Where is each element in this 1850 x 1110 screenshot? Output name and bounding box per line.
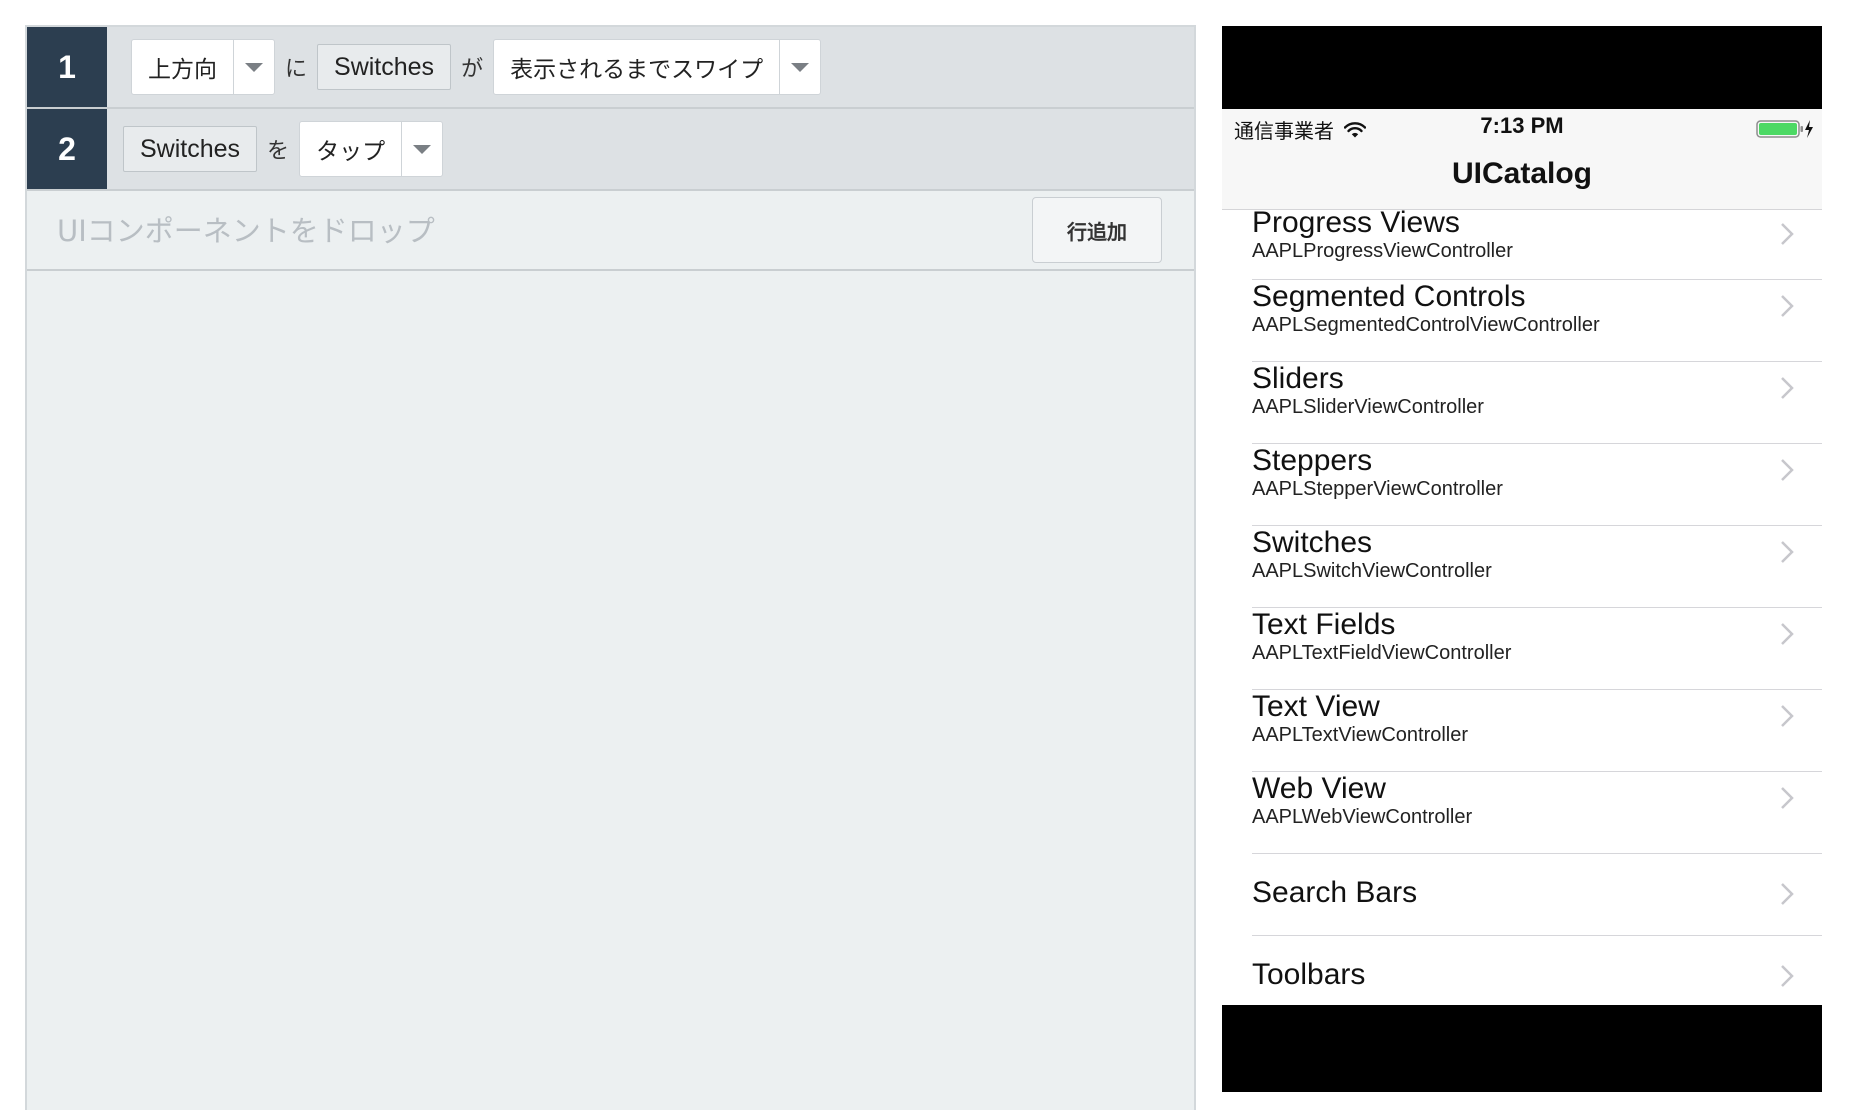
step-content: Switches を タップ: [107, 109, 1194, 189]
chevron-right-icon: [1781, 459, 1794, 481]
chevron-right-icon: [1781, 705, 1794, 727]
list-item[interactable]: Search Bars: [1222, 854, 1822, 936]
list-item-title: Steppers: [1252, 444, 1373, 477]
particle-label: が: [461, 57, 484, 82]
action-select[interactable]: 表示されるまでスワイプ: [493, 39, 822, 95]
list-item-title: Search Bars: [1252, 876, 1418, 909]
list-item[interactable]: Switches AAPLSwitchViewController: [1222, 526, 1822, 608]
component-drop-zone[interactable]: UIコンポーネントをドロップ 行追加: [27, 191, 1194, 271]
chevron-right-icon: [1781, 623, 1794, 645]
list-item-subtitle: AAPLSwitchViewController: [1252, 560, 1492, 582]
component-chip[interactable]: Switches: [123, 126, 258, 172]
list-item-title: Text View: [1252, 690, 1380, 723]
chevron-right-icon: [1781, 965, 1794, 987]
component-chip[interactable]: Switches: [317, 44, 452, 90]
chevron-right-icon: [1781, 883, 1794, 905]
direction-select-value: 上方向: [148, 57, 217, 83]
list-item-title: Segmented Controls: [1252, 280, 1526, 313]
list-item-title: Toolbars: [1252, 958, 1366, 991]
add-row-button[interactable]: 行追加: [1032, 197, 1162, 263]
step-row: 2 Switches を タップ: [27, 109, 1194, 191]
list-item-title: Switches: [1252, 526, 1373, 559]
caret-down-icon: [791, 62, 810, 72]
list-item[interactable]: Text View AAPLTextViewController: [1222, 690, 1822, 772]
list-item-title: Web View: [1252, 772, 1386, 805]
list-item-subtitle: AAPLSegmentedControlViewController: [1252, 314, 1600, 336]
status-time: 7:13 PM: [1480, 113, 1564, 138]
chevron-right-icon: [1781, 295, 1794, 317]
list-item[interactable]: Sliders AAPLSliderViewController: [1222, 362, 1822, 444]
chevron-right-icon: [1781, 223, 1794, 245]
particle-label: に: [285, 57, 308, 82]
status-bar: 通信事業者 7:13 PM: [1222, 109, 1822, 149]
list-item-subtitle: AAPLStepperViewController: [1252, 478, 1503, 500]
step-number: 2: [27, 109, 107, 189]
list-item-subtitle: AAPLWebViewController: [1252, 806, 1473, 828]
step-content: 上方向 に Switches が 表示されるまでスワイプ: [107, 27, 1194, 107]
particle-label: を: [267, 139, 290, 164]
action-select-value: 表示されるまでスワイプ: [510, 57, 764, 83]
action-select-toggle[interactable]: [401, 122, 442, 176]
scenario-editor: 1 上方向 に Switches が 表示されるまでスワイプ 2 Switche…: [25, 25, 1196, 1110]
chevron-right-icon: [1781, 787, 1794, 809]
list-item[interactable]: Web View AAPLWebViewController: [1222, 772, 1822, 854]
catalog-list: Progress Views AAPLProgressViewControlle…: [1222, 206, 1822, 1005]
device-screen: 通信事業者 7:13 PM UICatalog Progress Views A…: [1222, 109, 1822, 1005]
battery-icon: [1756, 120, 1813, 138]
step-number: 1: [27, 27, 107, 107]
drop-placeholder: UIコンポーネントをドロップ: [57, 214, 435, 248]
list-item[interactable]: Progress Views AAPLProgressViewControlle…: [1222, 206, 1822, 280]
list-item-subtitle: AAPLTextViewController: [1252, 724, 1469, 746]
list-item[interactable]: Text Fields AAPLTextFieldViewController: [1222, 608, 1822, 690]
list-item[interactable]: Toolbars: [1222, 936, 1822, 1005]
chevron-right-icon: [1781, 377, 1794, 399]
charging-bolt-icon: [1805, 120, 1813, 138]
device-preview: 通信事業者 7:13 PM UICatalog Progress Views A…: [1222, 26, 1822, 1092]
direction-select-toggle[interactable]: [233, 40, 274, 94]
nav-title: UICatalog: [1451, 157, 1592, 190]
action-select-toggle[interactable]: [779, 40, 820, 94]
list-item-title: Sliders: [1252, 362, 1344, 395]
direction-select[interactable]: 上方向: [131, 39, 275, 95]
caret-down-icon: [413, 144, 432, 154]
list-item[interactable]: Steppers AAPLStepperViewController: [1222, 444, 1822, 526]
list-item-subtitle: AAPLProgressViewController: [1252, 240, 1513, 262]
list-item-title: Progress Views: [1252, 206, 1460, 239]
chevron-right-icon: [1781, 541, 1794, 563]
list-item[interactable]: Segmented Controls AAPLSegmentedControlV…: [1222, 280, 1822, 362]
caret-down-icon: [245, 62, 263, 72]
nav-bar: UICatalog: [1222, 149, 1822, 210]
action-select[interactable]: タップ: [299, 121, 444, 177]
list-item-title: Text Fields: [1252, 608, 1396, 641]
list-item-subtitle: AAPLTextFieldViewController: [1252, 642, 1512, 664]
step-row: 1 上方向 に Switches が 表示されるまでスワイプ: [27, 27, 1194, 109]
list-item-subtitle: AAPLSliderViewController: [1252, 396, 1484, 418]
action-select-value: タップ: [316, 139, 386, 165]
